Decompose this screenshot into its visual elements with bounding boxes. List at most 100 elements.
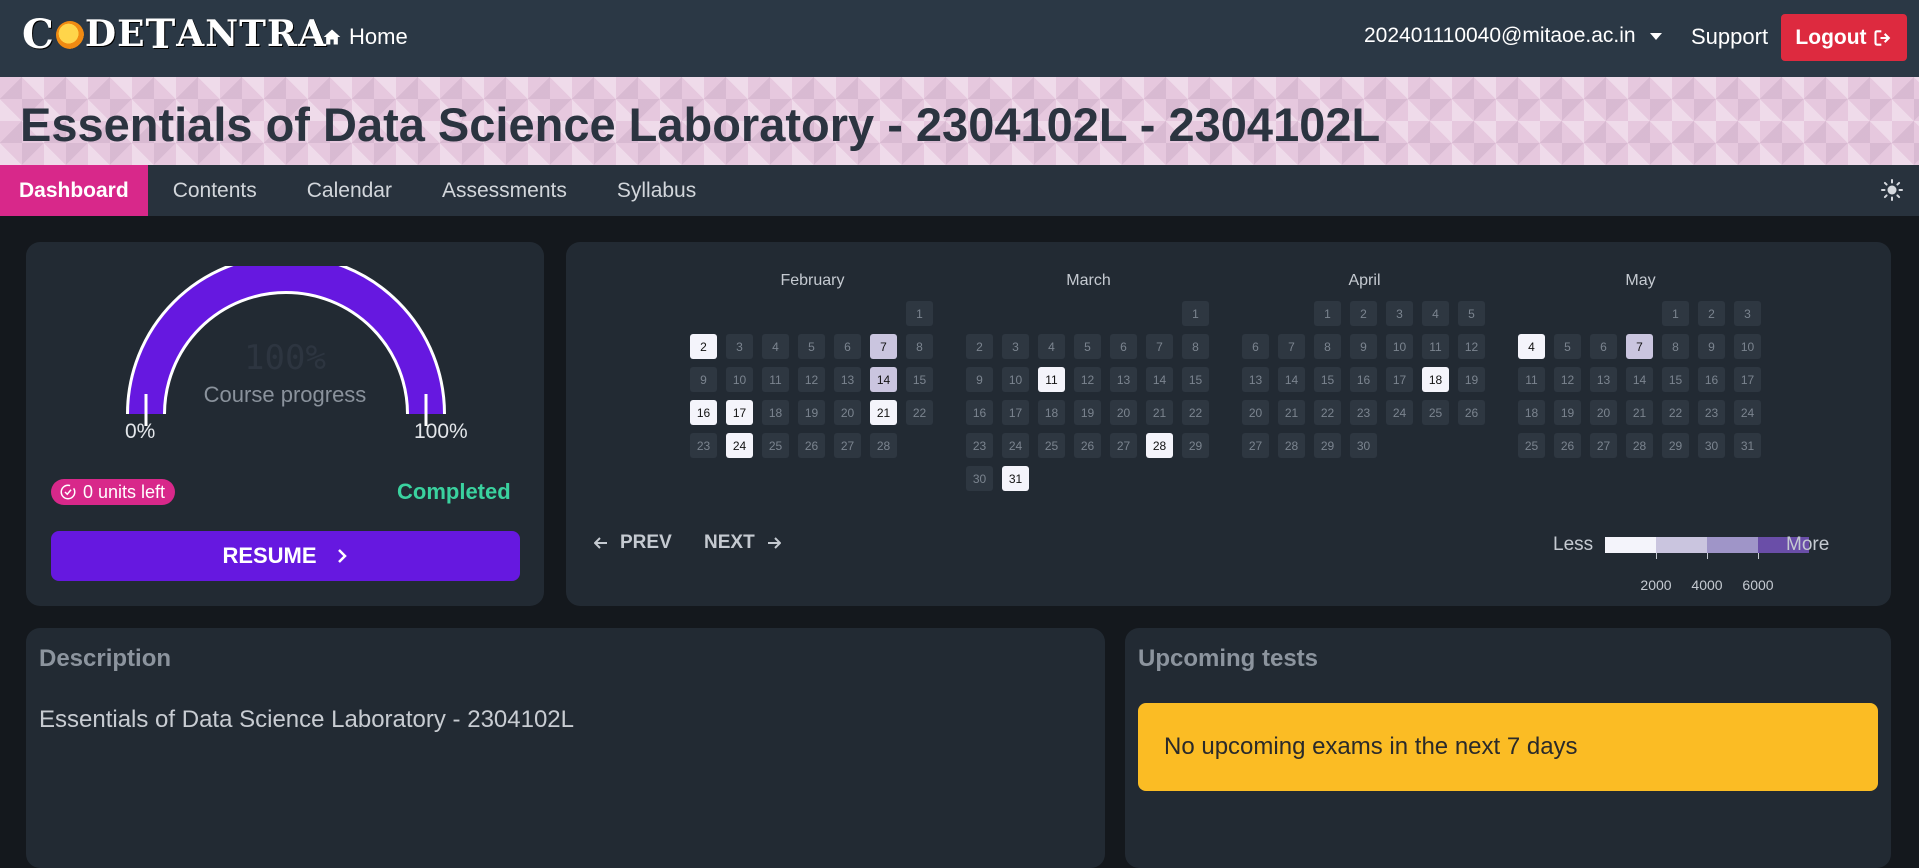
calendar-day[interactable]: 9 — [1698, 334, 1725, 359]
support-link[interactable]: Support — [1691, 24, 1768, 50]
calendar-day[interactable]: 27 — [1110, 433, 1137, 458]
calendar-day[interactable]: 9 — [1350, 334, 1377, 359]
calendar-day[interactable]: 16 — [1350, 367, 1377, 392]
calendar-day[interactable]: 1 — [1314, 301, 1341, 326]
calendar-day[interactable]: 27 — [1242, 433, 1269, 458]
calendar-day[interactable]: 23 — [690, 433, 717, 458]
calendar-day[interactable]: 1 — [1182, 301, 1209, 326]
calendar-day[interactable]: 27 — [1590, 433, 1617, 458]
calendar-day[interactable]: 3 — [726, 334, 753, 359]
calendar-day[interactable]: 20 — [1110, 400, 1137, 425]
calendar-day[interactable]: 2 — [1698, 301, 1725, 326]
calendar-day[interactable]: 23 — [1350, 400, 1377, 425]
calendar-day[interactable]: 7 — [1278, 334, 1305, 359]
calendar-day[interactable]: 13 — [1590, 367, 1617, 392]
calendar-day[interactable]: 24 — [726, 433, 753, 458]
calendar-day[interactable]: 16 — [690, 400, 717, 425]
calendar-day[interactable]: 22 — [906, 400, 933, 425]
calendar-day[interactable]: 26 — [1458, 400, 1485, 425]
calendar-day[interactable]: 11 — [1422, 334, 1449, 359]
calendar-day[interactable]: 7 — [1146, 334, 1173, 359]
prev-button[interactable]: PREV — [594, 532, 672, 554]
calendar-day[interactable]: 20 — [1590, 400, 1617, 425]
codetantra-logo[interactable]: C DE T ANTRA — [22, 11, 327, 58]
calendar-day[interactable]: 6 — [834, 334, 861, 359]
calendar-day[interactable]: 17 — [1734, 367, 1761, 392]
calendar-day[interactable]: 14 — [1626, 367, 1653, 392]
calendar-day[interactable]: 30 — [1698, 433, 1725, 458]
calendar-day[interactable]: 11 — [762, 367, 789, 392]
calendar-day[interactable]: 2 — [690, 334, 717, 359]
calendar-day[interactable]: 18 — [1422, 367, 1449, 392]
calendar-day[interactable]: 17 — [1386, 367, 1413, 392]
calendar-day[interactable]: 19 — [1554, 400, 1581, 425]
calendar-day[interactable]: 14 — [1146, 367, 1173, 392]
calendar-day[interactable]: 16 — [1698, 367, 1725, 392]
calendar-day[interactable]: 18 — [1038, 400, 1065, 425]
calendar-day[interactable]: 25 — [1518, 433, 1545, 458]
calendar-day[interactable]: 26 — [1554, 433, 1581, 458]
calendar-day[interactable]: 13 — [834, 367, 861, 392]
calendar-day[interactable]: 28 — [1626, 433, 1653, 458]
calendar-day[interactable]: 16 — [966, 400, 993, 425]
calendar-day[interactable]: 13 — [1242, 367, 1269, 392]
calendar-day[interactable]: 1 — [906, 301, 933, 326]
calendar-day[interactable]: 4 — [762, 334, 789, 359]
calendar-day[interactable]: 18 — [762, 400, 789, 425]
calendar-day[interactable]: 24 — [1734, 400, 1761, 425]
calendar-day[interactable]: 5 — [1074, 334, 1101, 359]
calendar-day[interactable]: 3 — [1734, 301, 1761, 326]
calendar-day[interactable]: 10 — [1734, 334, 1761, 359]
calendar-day[interactable]: 9 — [690, 367, 717, 392]
calendar-day[interactable]: 21 — [1626, 400, 1653, 425]
tab-contents[interactable]: Contents — [148, 165, 282, 216]
calendar-day[interactable]: 3 — [1002, 334, 1029, 359]
calendar-day[interactable]: 13 — [1110, 367, 1137, 392]
calendar-day[interactable]: 21 — [1278, 400, 1305, 425]
calendar-day[interactable]: 15 — [1662, 367, 1689, 392]
calendar-day[interactable]: 22 — [1662, 400, 1689, 425]
calendar-day[interactable]: 31 — [1734, 433, 1761, 458]
calendar-day[interactable]: 10 — [1386, 334, 1413, 359]
calendar-day[interactable]: 10 — [726, 367, 753, 392]
calendar-day[interactable]: 9 — [966, 367, 993, 392]
calendar-day[interactable]: 15 — [906, 367, 933, 392]
calendar-day[interactable]: 3 — [1386, 301, 1413, 326]
tab-assessments[interactable]: Assessments — [417, 165, 592, 216]
calendar-day[interactable]: 21 — [1146, 400, 1173, 425]
calendar-day[interactable]: 31 — [1002, 466, 1029, 491]
calendar-day[interactable]: 8 — [1182, 334, 1209, 359]
calendar-day[interactable]: 22 — [1314, 400, 1341, 425]
calendar-day[interactable]: 28 — [870, 433, 897, 458]
calendar-day[interactable]: 19 — [798, 400, 825, 425]
calendar-day[interactable]: 29 — [1182, 433, 1209, 458]
calendar-day[interactable]: 5 — [798, 334, 825, 359]
calendar-day[interactable]: 10 — [1002, 367, 1029, 392]
calendar-day[interactable]: 29 — [1314, 433, 1341, 458]
calendar-day[interactable]: 5 — [1458, 301, 1485, 326]
calendar-day[interactable]: 4 — [1518, 334, 1545, 359]
calendar-day[interactable]: 17 — [1002, 400, 1029, 425]
calendar-day[interactable]: 20 — [1242, 400, 1269, 425]
tab-dashboard[interactable]: Dashboard — [0, 165, 148, 216]
logout-button[interactable]: Logout — [1781, 14, 1907, 61]
calendar-day[interactable]: 29 — [1662, 433, 1689, 458]
calendar-day[interactable]: 21 — [870, 400, 897, 425]
calendar-day[interactable]: 17 — [726, 400, 753, 425]
calendar-day[interactable]: 11 — [1038, 367, 1065, 392]
calendar-day[interactable]: 23 — [966, 433, 993, 458]
calendar-day[interactable]: 12 — [1554, 367, 1581, 392]
tab-syllabus[interactable]: Syllabus — [592, 165, 721, 216]
next-button[interactable]: NEXT — [704, 532, 781, 554]
calendar-day[interactable]: 2 — [966, 334, 993, 359]
calendar-day[interactable]: 7 — [1626, 334, 1653, 359]
calendar-day[interactable]: 4 — [1038, 334, 1065, 359]
calendar-day[interactable]: 8 — [1662, 334, 1689, 359]
calendar-day[interactable]: 26 — [1074, 433, 1101, 458]
calendar-day[interactable]: 25 — [1038, 433, 1065, 458]
calendar-day[interactable]: 22 — [1182, 400, 1209, 425]
calendar-day[interactable]: 28 — [1278, 433, 1305, 458]
calendar-day[interactable]: 6 — [1110, 334, 1137, 359]
calendar-day[interactable]: 5 — [1554, 334, 1581, 359]
calendar-day[interactable]: 8 — [1314, 334, 1341, 359]
